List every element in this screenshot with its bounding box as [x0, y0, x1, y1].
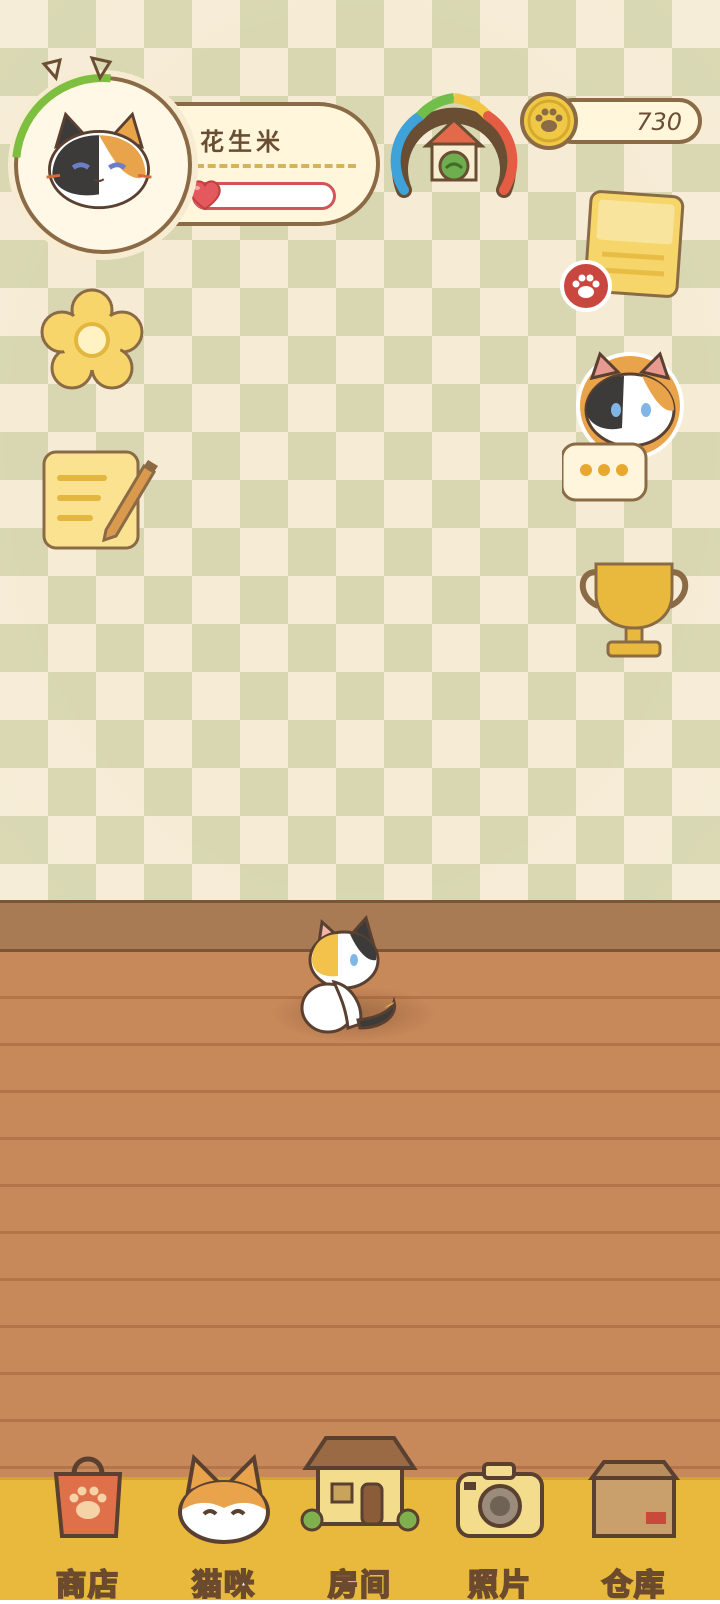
nav-label-shop: 商店 [55, 1567, 120, 1604]
cat-name: 花生米 [200, 128, 284, 156]
nav-label-photos: 照片 [467, 1567, 532, 1604]
nav-photos[interactable]: 照片 [440, 1450, 560, 1604]
cat-face-icon [178, 1453, 270, 1544]
notes-button[interactable] [40, 446, 160, 556]
notice-paper-icon [560, 190, 685, 312]
shop-bag-icon [53, 1456, 123, 1538]
name-underline [196, 164, 356, 168]
ring-marker-icons [41, 56, 113, 82]
settings-button[interactable] [40, 288, 144, 392]
cat-chat-button[interactable] [562, 348, 692, 508]
nav-room[interactable]: 房间 [300, 1436, 420, 1604]
nav-label-cats: 猫咪 [191, 1567, 256, 1604]
trophy-button[interactable] [574, 554, 694, 664]
camera-icon [456, 1462, 544, 1538]
box-icon [588, 1460, 680, 1538]
nav-label-storage: 仓库 [601, 1567, 666, 1604]
calico-cat-face-icon [46, 111, 152, 210]
profile-avatar[interactable] [0, 36, 232, 294]
cat-chat-icon [562, 351, 684, 502]
affection-bar [189, 180, 336, 211]
paw-coin-icon [520, 92, 578, 150]
nav-cats[interactable]: 猫咪 [164, 1450, 284, 1604]
settings-flower-icon [40, 288, 144, 390]
coin-value: 730 [636, 108, 682, 136]
house-icon [300, 1436, 420, 1532]
notice-button[interactable] [560, 188, 690, 318]
trophy-icon [579, 562, 689, 658]
nav-label-room: 房间 [327, 1567, 392, 1604]
notepad-pencil-icon [42, 450, 158, 550]
home-comfort-meter[interactable] [390, 86, 518, 206]
calico-cat-sprite[interactable] [298, 912, 410, 1040]
nav-shop[interactable]: 商店 [28, 1450, 148, 1604]
nav-storage[interactable]: 仓库 [574, 1450, 694, 1604]
